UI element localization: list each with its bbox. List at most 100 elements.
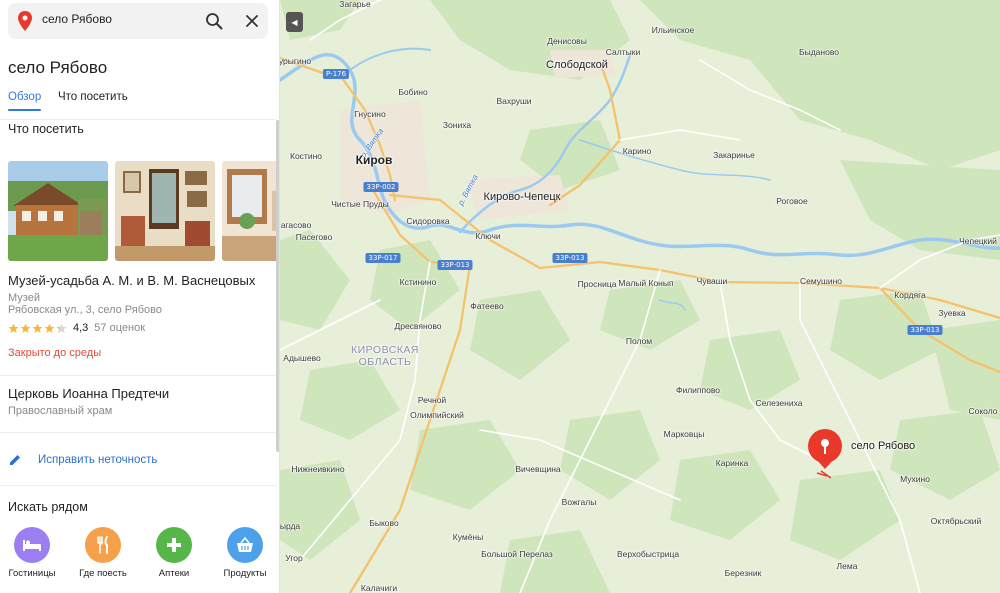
road-shield: 33Р-013 <box>907 325 943 335</box>
place-label: Чистые Пруды <box>331 199 389 209</box>
close-icon[interactable] <box>244 13 260 29</box>
category-icon-circle <box>85 527 121 563</box>
place-label: Олимпийский <box>410 410 464 420</box>
road-shield: 33Р-017 <box>365 253 401 263</box>
photo-interior-image <box>115 161 215 261</box>
place-label: Быданово <box>799 47 839 57</box>
sidebar-scrollbar[interactable] <box>276 120 279 452</box>
reviews-count[interactable]: 57 оценок <box>94 322 145 334</box>
museum-name-link[interactable]: Музей-усадьба А. М. и В. М. Васнецовых <box>8 273 255 288</box>
selected-place-label: село Рябово <box>851 440 916 452</box>
divider <box>0 485 276 486</box>
category-pharmacy-button[interactable]: Аптеки <box>144 527 204 579</box>
place-label: Ключи <box>475 231 501 241</box>
place-label: урыгино <box>280 56 312 66</box>
place-label: Гнусино <box>354 109 386 119</box>
category-groceries-button[interactable]: Продукты <box>215 527 275 579</box>
photo-carousel[interactable] <box>8 161 279 261</box>
divider <box>0 375 276 376</box>
place-label: Филиппово <box>676 385 720 395</box>
place-label: Лема <box>836 561 858 571</box>
category-hotels-button[interactable]: Гостиницы <box>2 527 62 579</box>
place-label: Денисовы <box>547 36 587 46</box>
place-label: агасово <box>280 220 312 230</box>
place-label: Быково <box>369 518 399 528</box>
place-label: Селезениха <box>755 398 803 408</box>
place-label: Ильинское <box>651 25 695 35</box>
place-label: Малый Конып <box>618 278 674 288</box>
photo-thumbnail[interactable] <box>222 161 279 261</box>
category-icon-circle <box>156 527 192 563</box>
tab-what-to-visit[interactable]: Что посетить <box>58 91 128 103</box>
selected-place-pin-icon[interactable] <box>807 429 843 481</box>
place-label: Соколо <box>968 406 998 416</box>
star-icon <box>56 323 67 333</box>
search-bar <box>8 3 268 39</box>
active-tab-indicator <box>8 109 41 111</box>
fix-inaccuracy-button[interactable]: Исправить неточность <box>8 451 157 469</box>
place-label: Кумёны <box>452 532 484 542</box>
tab-overview[interactable]: Обзор <box>8 91 41 103</box>
city-label: Кирово-Чепецк <box>483 191 561 203</box>
place-label: Полом <box>625 336 653 346</box>
place-label: Костино <box>290 151 322 161</box>
star-icon <box>32 323 43 333</box>
bed-icon <box>23 540 41 551</box>
place-label: Салтыки <box>605 47 641 57</box>
place-label: Октябрьский <box>930 516 982 526</box>
road-shield: 33Р-002 <box>363 182 399 192</box>
place-label: Дресвяново <box>394 321 442 331</box>
sidebar-panel: село Рябово Обзор Что посетить Что посет… <box>0 0 280 593</box>
category-label: Гостиницы <box>8 568 56 579</box>
map-canvas[interactable]: Р-176 33Р-002 33Р-017 33Р-013 33Р-013 33… <box>280 0 1000 593</box>
region-label: КИРОВСКАЯ ОБЛАСТЬ <box>351 344 419 368</box>
category-label: Аптеки <box>158 568 190 579</box>
app-root: Р-176 33Р-002 33Р-017 33Р-013 33Р-013 33… <box>0 0 1000 593</box>
place-label: Кстинино <box>399 277 437 287</box>
place-label: Вахруши <box>496 96 532 106</box>
place-label: Фатеево <box>470 301 504 311</box>
category-food-button[interactable]: Где поесть <box>73 527 133 579</box>
place-label: Большой Перелаз <box>481 549 553 559</box>
search-input[interactable] <box>42 12 192 26</box>
search-icon[interactable] <box>205 12 223 30</box>
photo-house-image <box>8 161 108 261</box>
place-label: Семушино <box>799 276 843 286</box>
category-icon-circle <box>14 527 50 563</box>
chevron-left-icon: ◀ <box>291 17 298 27</box>
road-shield: 33Р-013 <box>437 260 473 270</box>
photo-thumbnail[interactable] <box>115 161 215 261</box>
place-label: Нижнеивкино <box>291 464 345 474</box>
place-label: Верхобыстрица <box>616 549 680 559</box>
divider <box>0 119 276 120</box>
church-name-link[interactable]: Церковь Иоанна Предтечи <box>8 386 169 401</box>
star-icon <box>8 323 19 333</box>
basket-icon <box>237 537 253 552</box>
city-label: Киров <box>355 153 393 167</box>
collapse-panel-button[interactable]: ◀ <box>286 12 303 32</box>
place-label: Вичевщина <box>515 464 561 474</box>
rating-stars <box>8 323 67 334</box>
place-label: Загарье <box>339 0 371 9</box>
museum-address: Рябовская ул., 3, село Рябово <box>8 304 162 316</box>
place-label: Пасегово <box>295 232 333 242</box>
photo-thumbnail[interactable] <box>8 161 108 261</box>
place-label: Вожгалы <box>561 497 597 507</box>
region-label-line: ОБЛАСТЬ <box>358 356 412 368</box>
city-label: Слободской <box>546 59 608 71</box>
place-label: Закаринье <box>713 150 755 160</box>
place-label: Адышево <box>283 353 321 363</box>
place-label: ырда <box>280 521 301 531</box>
place-label: Чуваши <box>696 276 728 286</box>
place-label: Угор <box>285 553 303 563</box>
location-pin-icon <box>18 11 32 31</box>
place-label: Зониха <box>442 120 472 130</box>
category-label: Где поесть <box>79 568 127 579</box>
place-label: Просница <box>577 279 617 289</box>
section-title: Что посетить <box>8 122 84 136</box>
map-background <box>280 0 1000 593</box>
photo-room-image <box>222 161 279 261</box>
rating-row[interactable]: 4,3 57 оценок <box>8 321 145 335</box>
place-label: Кордяга <box>894 290 926 300</box>
place-label: Марковцы <box>663 429 705 439</box>
